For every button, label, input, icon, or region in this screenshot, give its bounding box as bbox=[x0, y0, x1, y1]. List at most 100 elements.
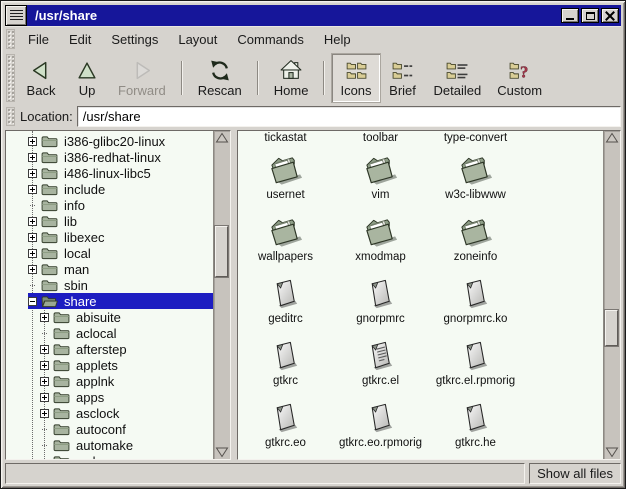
scroll-down-icon[interactable] bbox=[604, 446, 620, 459]
tree-row[interactable]: awk bbox=[6, 453, 213, 459]
file-icon-cell[interactable]: zoneinfo bbox=[428, 210, 523, 272]
tree-row-body[interactable]: abisuite bbox=[40, 309, 213, 325]
tree-row-body[interactable]: afterstep bbox=[40, 341, 213, 357]
tree-row-body[interactable]: aclocal bbox=[40, 325, 213, 341]
icon-view-scrollbar-track[interactable] bbox=[604, 144, 620, 446]
menu-item[interactable]: Edit bbox=[59, 27, 101, 51]
tree-row-body[interactable]: applets bbox=[40, 357, 213, 373]
tree-scrollbar-track[interactable] bbox=[214, 144, 230, 446]
file-icon-cell[interactable]: gtkrc.eo.rpmorig bbox=[333, 396, 428, 458]
tree-row[interactable]: afterstep bbox=[6, 341, 213, 357]
tree-expander-icon[interactable] bbox=[28, 281, 37, 290]
tree-row[interactable]: i486-linux-libc5 bbox=[6, 165, 213, 181]
tree-row-body[interactable]: applnk bbox=[40, 373, 213, 389]
toolbar-grip-handle[interactable] bbox=[6, 54, 15, 102]
tree-row[interactable]: aclocal bbox=[6, 325, 213, 341]
minimize-button[interactable] bbox=[561, 8, 579, 23]
tree-row-body[interactable]: automake bbox=[40, 437, 213, 453]
tree-row-body[interactable]: include bbox=[28, 181, 213, 197]
tree-row-body[interactable]: lib bbox=[28, 213, 213, 229]
close-button[interactable] bbox=[601, 8, 619, 23]
file-icon-cell[interactable]: gtkrc.el.rpmorig bbox=[428, 334, 523, 396]
tree-row[interactable]: autoconf bbox=[6, 421, 213, 437]
tree-expander-icon[interactable] bbox=[28, 249, 37, 258]
tree-row[interactable]: include bbox=[6, 181, 213, 197]
tree-row-body[interactable]: autoconf bbox=[40, 421, 213, 437]
tree-row[interactable]: local bbox=[6, 245, 213, 261]
tree-expander-icon[interactable] bbox=[28, 233, 37, 242]
toolbar-button[interactable]: Forward bbox=[110, 54, 174, 102]
icon-view-scrollbar-thumb[interactable] bbox=[605, 310, 618, 346]
tree-row[interactable]: info bbox=[6, 197, 213, 213]
toolbar-button[interactable]: Custom bbox=[489, 54, 550, 102]
file-icon-cell[interactable]: gtkrc.el bbox=[333, 334, 428, 396]
tree-row-body[interactable]: info bbox=[28, 197, 213, 213]
tree-expander-icon[interactable] bbox=[40, 377, 49, 386]
location-bar-grip-handle[interactable] bbox=[6, 107, 15, 126]
tree-expander-icon[interactable] bbox=[40, 457, 49, 460]
tree-expander-icon[interactable] bbox=[40, 409, 49, 418]
tree-row-body[interactable]: sbin bbox=[28, 277, 213, 293]
file-label[interactable]: toolbar bbox=[333, 131, 428, 144]
icon-view-scrollbar[interactable] bbox=[603, 131, 620, 459]
maximize-button[interactable] bbox=[581, 8, 599, 23]
file-icon-cell[interactable]: geditrc bbox=[238, 272, 333, 334]
tree-row[interactable]: man bbox=[6, 261, 213, 277]
tree-expander-icon[interactable] bbox=[28, 265, 37, 274]
tree-expander-icon[interactable] bbox=[40, 329, 49, 338]
tree-expander-icon[interactable] bbox=[28, 217, 37, 226]
tree-scrollbar-thumb[interactable] bbox=[215, 226, 228, 277]
file-icon-cell[interactable]: usernet bbox=[238, 148, 333, 210]
scroll-down-icon[interactable] bbox=[214, 446, 230, 459]
scroll-up-icon[interactable] bbox=[214, 131, 230, 144]
tree-row-body[interactable]: share bbox=[28, 293, 213, 309]
tree-row[interactable]: i386-glibc20-linux bbox=[6, 133, 213, 149]
tree-scrollbar[interactable] bbox=[213, 131, 230, 459]
tree-row-body[interactable]: libexec bbox=[28, 229, 213, 245]
file-icon-cell[interactable]: vim bbox=[333, 148, 428, 210]
file-icon-cell[interactable]: gtkrc.he bbox=[428, 396, 523, 458]
toolbar-button[interactable]: Back bbox=[18, 54, 64, 102]
tree-row-body[interactable]: asclock bbox=[40, 405, 213, 421]
tree-expander-icon[interactable] bbox=[40, 313, 49, 322]
toolbar-button[interactable]: Detailed bbox=[426, 54, 490, 102]
scroll-up-icon[interactable] bbox=[604, 131, 620, 144]
tree-row[interactable]: libexec bbox=[6, 229, 213, 245]
file-icon-cell[interactable]: gnorpmrc bbox=[333, 272, 428, 334]
tree-expander-icon[interactable] bbox=[28, 137, 37, 146]
tree-row-body[interactable]: i486-linux-libc5 bbox=[28, 165, 213, 181]
titlebar-drag-area[interactable]: /usr/share bbox=[27, 5, 621, 26]
location-input[interactable] bbox=[77, 106, 621, 127]
file-icon-cell[interactable]: gtkrc bbox=[238, 334, 333, 396]
menu-item[interactable]: Help bbox=[314, 27, 361, 51]
file-icon-cell[interactable]: wallpapers bbox=[238, 210, 333, 272]
menu-item[interactable]: Settings bbox=[101, 27, 168, 51]
file-icon-cell[interactable]: gtkrc.eo bbox=[238, 396, 333, 458]
tree-row[interactable]: share bbox=[6, 293, 213, 309]
tree-row-body[interactable]: i386-glibc20-linux bbox=[28, 133, 213, 149]
toolbar-button[interactable]: Icons bbox=[332, 54, 379, 102]
file-label[interactable]: type-convert bbox=[428, 131, 523, 144]
window-menu-button[interactable] bbox=[5, 5, 27, 26]
toolbar-button[interactable]: Rescan bbox=[190, 54, 250, 102]
toolbar-button[interactable]: Up bbox=[64, 54, 110, 102]
titlebar[interactable]: /usr/share bbox=[5, 5, 621, 26]
tree-row[interactable]: lib bbox=[6, 213, 213, 229]
file-icon-cell[interactable]: xmodmap bbox=[333, 210, 428, 272]
file-icon-cell[interactable]: w3c-libwww bbox=[428, 148, 523, 210]
tree-expander-icon[interactable] bbox=[40, 441, 49, 450]
menu-item[interactable]: Commands bbox=[227, 27, 313, 51]
toolbar-button[interactable]: Home bbox=[266, 54, 317, 102]
tree-expander-icon[interactable] bbox=[40, 393, 49, 402]
tree-expander-icon[interactable] bbox=[28, 185, 37, 194]
tree-row-body[interactable]: apps bbox=[40, 389, 213, 405]
tree-row-body[interactable]: local bbox=[28, 245, 213, 261]
tree-expander-icon[interactable] bbox=[28, 153, 37, 162]
tree-expander-icon[interactable] bbox=[28, 297, 37, 306]
tree-row[interactable]: apps bbox=[6, 389, 213, 405]
tree-row[interactable]: i386-redhat-linux bbox=[6, 149, 213, 165]
tree-expander-icon[interactable] bbox=[28, 169, 37, 178]
tree-row-body[interactable]: awk bbox=[40, 453, 213, 459]
tree-row[interactable]: applnk bbox=[6, 373, 213, 389]
tree-row[interactable]: applets bbox=[6, 357, 213, 373]
